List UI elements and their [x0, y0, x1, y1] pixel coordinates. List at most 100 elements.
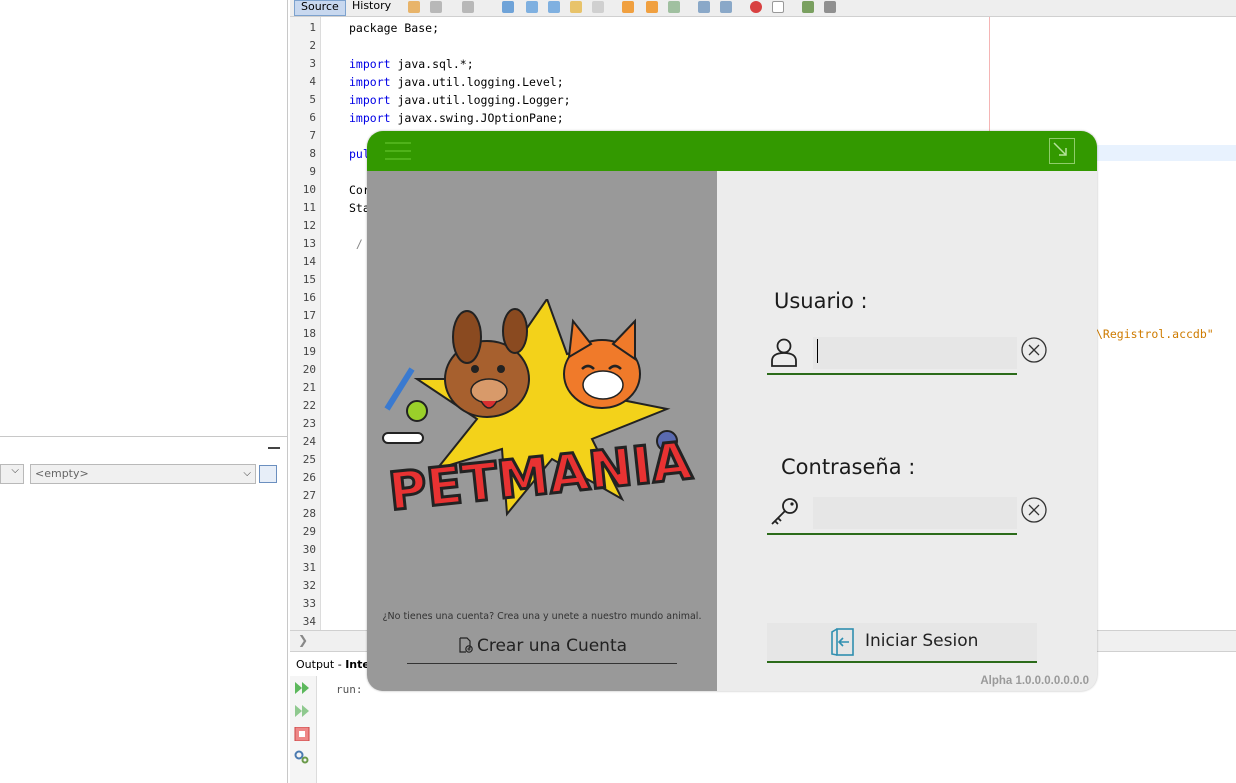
username-field[interactable] — [767, 333, 1017, 375]
tab-history[interactable]: History — [346, 0, 397, 14]
code-text: java.util.logging.Logger; — [390, 93, 571, 107]
line-number: 3 — [309, 57, 316, 70]
line-number: 33 — [302, 597, 316, 610]
line-number: 22 — [302, 399, 316, 412]
username-input[interactable] — [813, 337, 1017, 369]
code-line-1[interactable]: package Base; — [349, 21, 439, 35]
line-number: 6 — [309, 111, 316, 124]
minimize-icon[interactable] — [1049, 138, 1075, 164]
left-small-combo[interactable]: ⌵ — [0, 464, 24, 484]
output-tab[interactable]: Output - Inte — [296, 658, 370, 671]
code-line-5[interactable]: import java.util.logging.Logger; — [349, 93, 571, 107]
key-icon — [771, 498, 798, 525]
navigator-combo[interactable]: <empty> ⌵ — [30, 464, 256, 484]
line-number: 19 — [302, 345, 316, 358]
tab-source[interactable]: Source — [294, 0, 346, 16]
line-number: 28 — [302, 507, 316, 520]
password-input[interactable] — [813, 497, 1017, 529]
editor-toolbar: Source History — [290, 0, 1236, 17]
output-tab-separator: - — [334, 658, 346, 671]
minimize-panel-icon[interactable] — [268, 447, 280, 449]
shift-right-icon[interactable] — [720, 1, 732, 13]
previous-bookmark-icon[interactable] — [622, 1, 634, 13]
panel-divider[interactable] — [0, 436, 287, 437]
back-icon[interactable] — [430, 1, 442, 13]
chevron-down-icon: ⌵ — [11, 465, 19, 476]
next-bookmark-icon[interactable] — [646, 1, 658, 13]
keyword: import — [349, 75, 391, 89]
keyword: import — [349, 111, 391, 125]
forward-icon[interactable] — [462, 1, 474, 13]
text-caret — [817, 339, 818, 363]
login-label: Iniciar Sesion — [865, 631, 979, 651]
clear-circle-x-icon[interactable] — [1021, 337, 1047, 363]
line-number: 27 — [302, 489, 316, 502]
comment-icon[interactable] — [802, 1, 814, 13]
signup-invite-text: ¿No tienes una cuenta? Crea una y unete … — [382, 611, 702, 622]
find-previous-icon[interactable] — [526, 1, 538, 13]
keyword: import — [349, 57, 391, 71]
settings-icon[interactable] — [294, 750, 310, 764]
line-number: 17 — [302, 309, 316, 322]
username-label: Usuario : — [774, 289, 868, 313]
toggle-bookmark-icon[interactable] — [668, 1, 680, 13]
find-icon[interactable] — [502, 1, 514, 13]
find-next-icon[interactable] — [548, 1, 560, 13]
keyword: import — [349, 93, 391, 107]
version-label: Alpha 1.0.0.0.0.0.0.0 — [980, 675, 1089, 687]
stop-macro-icon[interactable] — [772, 1, 784, 13]
code-line-13[interactable]: / — [349, 237, 363, 251]
line-number: 31 — [302, 561, 316, 574]
navigator-options-icon[interactable] — [259, 465, 277, 483]
line-number: 10 — [302, 183, 316, 196]
clear-circle-x-icon[interactable] — [1021, 497, 1047, 523]
code-text: java.util.logging.Level; — [390, 75, 564, 89]
start-macro-icon[interactable] — [750, 1, 762, 13]
login-door-icon — [831, 628, 854, 656]
line-number: 20 — [302, 363, 316, 376]
line-number: 24 — [302, 435, 316, 448]
add-document-icon — [459, 637, 473, 653]
title-bar[interactable] — [367, 131, 1097, 172]
line-number: 25 — [302, 453, 316, 466]
line-number: 29 — [302, 525, 316, 538]
line-number: 8 — [309, 147, 316, 160]
line-number: 26 — [302, 471, 316, 484]
line-number: 11 — [302, 201, 316, 214]
line-number: 5 — [309, 93, 316, 106]
branding-pane: PETMANIA ¿No tienes una cuenta? Crea una… — [367, 171, 717, 691]
output-run-text: run: — [336, 683, 363, 696]
line-number: 14 — [302, 255, 316, 268]
petmania-logo: PETMANIA — [382, 299, 696, 524]
password-field[interactable] — [767, 493, 1017, 535]
stop-icon[interactable] — [294, 727, 310, 741]
hamburger-icon[interactable] — [385, 142, 411, 160]
uncomment-icon[interactable] — [824, 1, 836, 13]
code-line-6[interactable]: import javax.swing.JOptionPane; — [349, 111, 564, 125]
last-edit-icon[interactable] — [408, 1, 420, 13]
toggle-highlight-icon[interactable] — [570, 1, 582, 13]
line-number: 15 — [302, 273, 316, 286]
line-number: 2 — [309, 39, 316, 52]
rerun-with-options-icon[interactable] — [294, 704, 310, 718]
line-number: 30 — [302, 543, 316, 556]
chevron-down-icon: ⌵ — [243, 468, 251, 479]
create-account-button[interactable]: Crear una Cuenta — [407, 629, 677, 664]
login-form: Usuario : Contraseña : Iniciar Sesion Al… — [717, 171, 1097, 691]
login-button[interactable]: Iniciar Sesion — [767, 623, 1037, 663]
line-number: 18 — [302, 327, 316, 340]
scroll-right-icon[interactable]: ❯ — [298, 633, 308, 647]
line-number: 16 — [302, 291, 316, 304]
rerun-icon[interactable] — [294, 681, 310, 695]
create-account-label: Crear una Cuenta — [476, 636, 628, 656]
code-text: javax.swing.JOptionPane; — [390, 111, 564, 125]
toggle-rect-select-icon[interactable] — [592, 1, 604, 13]
left-side-panel — [0, 0, 288, 783]
code-line-3[interactable]: import java.sql.*; — [349, 57, 474, 71]
login-window: PETMANIA ¿No tienes una cuenta? Crea una… — [367, 131, 1097, 691]
user-icon — [771, 338, 797, 367]
code-text: java.sql.*; — [390, 57, 474, 71]
output-toolbar — [290, 676, 317, 783]
shift-left-icon[interactable] — [698, 1, 710, 13]
code-line-4[interactable]: import java.util.logging.Level; — [349, 75, 564, 89]
